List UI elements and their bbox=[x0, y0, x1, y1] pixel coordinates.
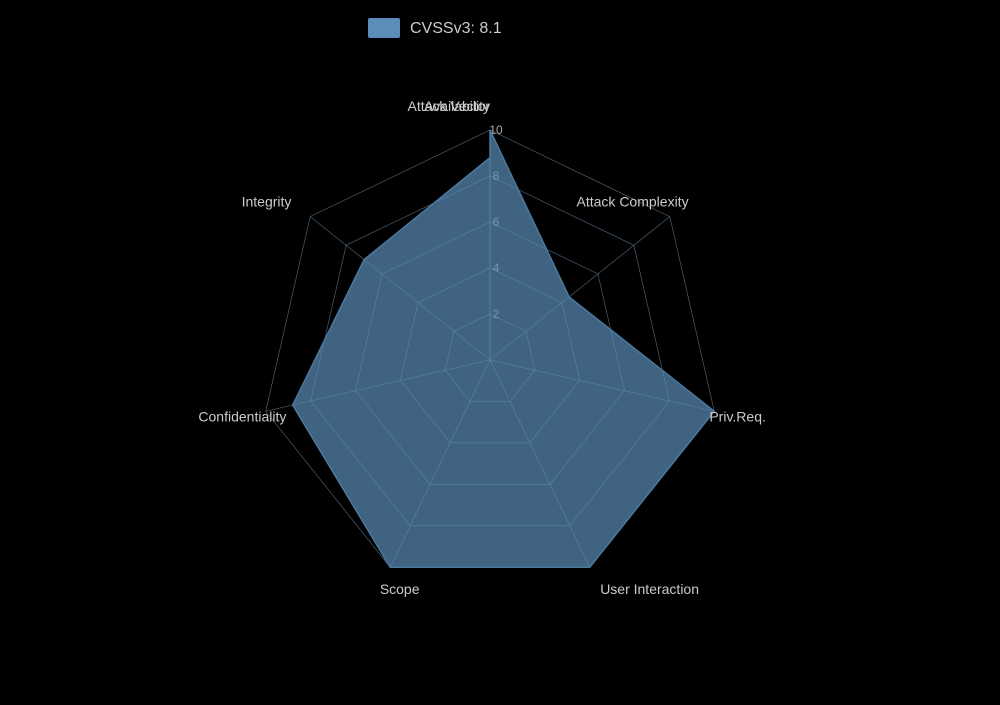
chart-container: CVSSv3: 8.1 246810Attack VectorAttack Co… bbox=[0, 0, 1000, 700]
axis-label: Priv.Req. bbox=[709, 409, 766, 425]
legend-color-swatch bbox=[368, 18, 400, 38]
axis-label: Scope bbox=[380, 581, 420, 597]
axis-label: Attack Complexity bbox=[577, 194, 689, 210]
axis-label: Availability bbox=[424, 98, 490, 114]
legend-label: CVSSv3: 8.1 bbox=[410, 20, 502, 37]
axis-label: Integrity bbox=[242, 194, 292, 210]
axis-label: User Interaction bbox=[600, 581, 699, 597]
axis-label: Confidentiality bbox=[198, 409, 286, 425]
